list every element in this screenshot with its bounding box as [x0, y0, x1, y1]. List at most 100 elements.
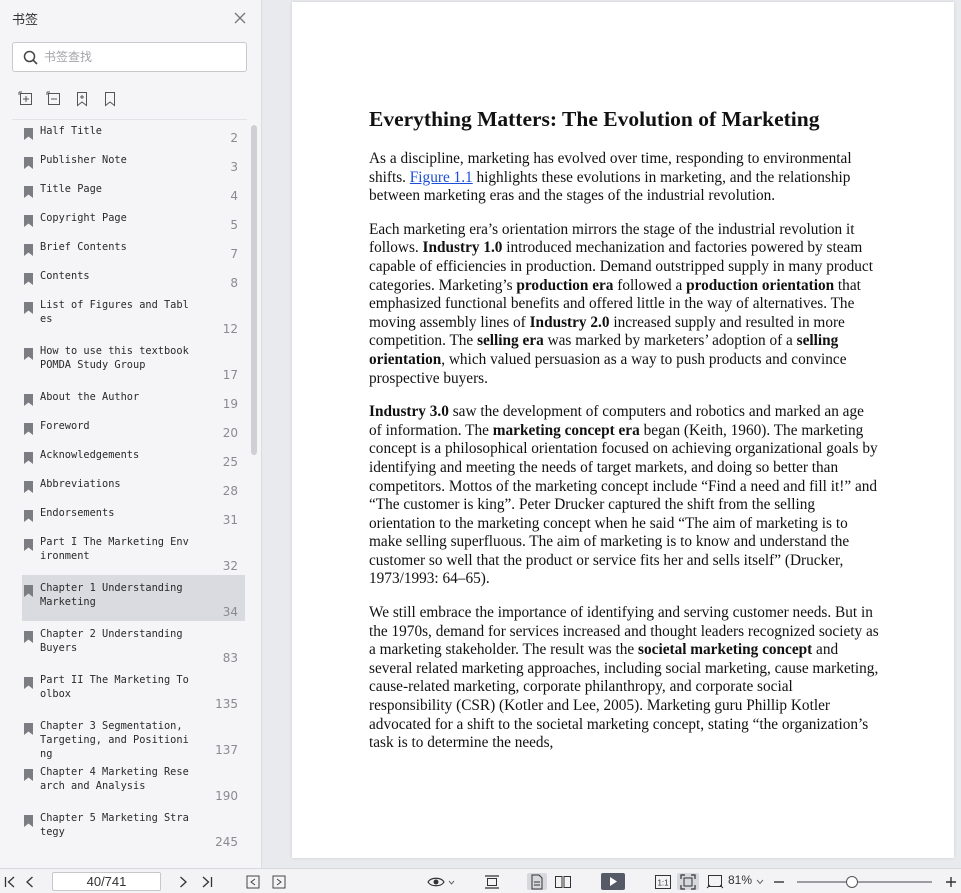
page-number-input[interactable]	[52, 872, 161, 891]
bookmark-label: Endorsements	[40, 507, 115, 519]
page-content: Everything Matters: The Evolution of Mar…	[369, 106, 879, 768]
bookmark-label: Acknowledgements	[40, 449, 140, 461]
bookmark-search-input[interactable]	[44, 50, 224, 64]
zoom-in-icon[interactable]	[943, 873, 959, 890]
bookmark-panel: 书签 Half Title 2 Publisher Note 3 Title Page 4…	[0, 0, 262, 868]
bookmark-item[interactable]: List of Figures and Tables 12	[22, 292, 245, 338]
add-bookmark-icon[interactable]	[74, 91, 90, 107]
bookmark-page-number: 31	[222, 513, 238, 527]
bookmark-page-number: 32	[222, 559, 238, 573]
bookmark-ribbon-icon	[24, 677, 33, 689]
body-paragraph: We still embrace the importance of ident…	[369, 604, 879, 753]
bookmark-list: Half Title 2 Publisher Note 3 Title Page 4 Cop…	[22, 118, 245, 851]
fit-width-icon[interactable]	[705, 873, 725, 890]
bookmark-label: Brief Contents	[40, 241, 127, 253]
continuous-scroll-icon[interactable]	[482, 873, 502, 890]
body-paragraph: Industry 3.0 saw the development of comp…	[369, 403, 879, 589]
key-term: Industry 1.0	[422, 239, 503, 257]
actual-size-icon[interactable]: 1:1	[653, 873, 673, 890]
zoom-slider[interactable]	[797, 881, 932, 883]
bookmark-ribbon-icon	[24, 723, 33, 735]
reading-mode-icon[interactable]	[426, 873, 456, 890]
bookmark-label: Chapter 5 Marketing Strategy	[40, 812, 189, 838]
key-term: production era	[516, 276, 614, 294]
previous-page-icon[interactable]	[22, 873, 38, 890]
bookmark-page-number: 83	[222, 651, 238, 665]
bookmark-label: Chapter 4 Marketing Research and Analysi…	[40, 766, 189, 792]
go-forward-icon[interactable]	[270, 873, 288, 890]
collapse-all-icon[interactable]	[46, 91, 62, 107]
zoom-slider-handle[interactable]	[846, 876, 859, 888]
bookmark-ribbon-icon	[24, 128, 33, 140]
bookmark-ribbon-icon	[24, 273, 33, 285]
bookmark-page-number: 245	[215, 835, 238, 849]
bookmark-ribbon-icon	[24, 769, 33, 781]
bookmark-ribbon-icon	[24, 215, 33, 227]
page-heading: Everything Matters: The Evolution of Mar…	[369, 107, 820, 131]
key-term: Industry 3.0	[369, 403, 449, 421]
bookmark-page-number: 25	[222, 455, 238, 469]
bookmark-item[interactable]: Publisher Note 3	[22, 147, 245, 176]
bookmark-item[interactable]: About the Author 19	[22, 384, 245, 413]
two-page-icon[interactable]	[553, 873, 573, 890]
bookmark-label: Half Title	[40, 125, 102, 137]
play-slideshow-icon[interactable]	[600, 873, 626, 890]
bookmark-item[interactable]: Title Page 4	[22, 176, 245, 205]
fit-page-icon[interactable]	[677, 873, 699, 890]
bookmark-ribbon-icon	[24, 481, 33, 493]
first-page-icon[interactable]	[2, 873, 18, 890]
key-term: production orientation	[686, 276, 835, 294]
bookmark-panel-header: 书签	[0, 0, 261, 36]
figure-link[interactable]: Figure 1.1	[410, 169, 473, 186]
bookmark-ribbon-icon	[24, 244, 33, 256]
text-run: , which valued persuasion as a way to pu…	[369, 350, 847, 387]
bookmark-ribbon-icon	[24, 585, 33, 597]
bookmark-item[interactable]: Chapter 2 Understanding Buyers 83	[22, 621, 245, 667]
bottom-toolbar: 1:1 81%	[0, 868, 961, 893]
bookmark-page-number: 19	[222, 397, 238, 411]
key-term: Industry 2.0	[529, 313, 610, 331]
bookmark-item[interactable]: Acknowledgements 25	[22, 442, 245, 471]
bookmark-item[interactable]: Chapter 1 Understanding Marketing 34	[22, 575, 245, 621]
bookmark-label: Foreword	[40, 420, 90, 432]
bookmark-item[interactable]: Part II The Marketing Toolbox 135	[22, 667, 245, 713]
bookmark-item[interactable]: How to use this textbook POMDA Study Gro…	[22, 338, 245, 384]
bookmark-item[interactable]: Foreword 20	[22, 413, 245, 442]
bookmark-icon[interactable]	[102, 91, 118, 107]
bookmark-item[interactable]: Abbreviations 28	[22, 471, 245, 500]
last-page-icon[interactable]	[199, 873, 215, 890]
expand-all-icon[interactable]	[18, 91, 34, 107]
bookmark-page-number: 7	[230, 247, 238, 261]
bookmark-label: Title Page	[40, 183, 102, 195]
bookmark-page-number: 12	[222, 322, 238, 336]
bookmark-item[interactable]: Endorsements 31	[22, 500, 245, 529]
bookmark-page-number: 2	[230, 131, 238, 145]
bookmark-item[interactable]: Part I The Marketing Environment 32	[22, 529, 245, 575]
bookmark-item[interactable]: Chapter 4 Marketing Research and Analysi…	[22, 759, 245, 805]
bookmark-page-number: 34	[222, 605, 238, 619]
go-back-icon[interactable]	[244, 873, 262, 890]
close-icon[interactable]	[233, 11, 247, 25]
search-icon	[23, 50, 38, 65]
bookmark-page-number: 135	[215, 697, 238, 711]
zoom-dropdown-icon[interactable]	[755, 873, 765, 890]
bookmark-item[interactable]: Brief Contents 7	[22, 234, 245, 263]
next-page-icon[interactable]	[175, 873, 191, 890]
bookmark-ribbon-icon	[24, 815, 33, 827]
bookmark-ribbon-icon	[24, 631, 33, 643]
bookmark-page-number: 190	[215, 789, 238, 803]
bookmark-label: List of Figures and Tables	[40, 299, 189, 325]
sidebar-scrollbar[interactable]	[251, 125, 257, 455]
bookmark-ribbon-icon	[24, 394, 33, 406]
bookmark-item[interactable]: Half Title 2	[22, 118, 245, 147]
bookmark-page-number: 20	[222, 426, 238, 440]
zoom-level[interactable]: 81%	[728, 873, 752, 887]
bookmark-item[interactable]: Copyright Page 5	[22, 205, 245, 234]
bookmark-search-box[interactable]	[12, 42, 247, 72]
bookmark-item[interactable]: Chapter 5 Marketing Strategy 245	[22, 805, 245, 851]
bookmark-label: Chapter 1 Understanding Marketing	[40, 582, 189, 608]
bookmark-item[interactable]: Contents 8	[22, 263, 245, 292]
bookmark-item[interactable]: Chapter 3 Segmentation, Targeting, and P…	[22, 713, 245, 760]
single-page-icon[interactable]	[527, 873, 547, 890]
zoom-out-icon[interactable]	[772, 873, 786, 890]
